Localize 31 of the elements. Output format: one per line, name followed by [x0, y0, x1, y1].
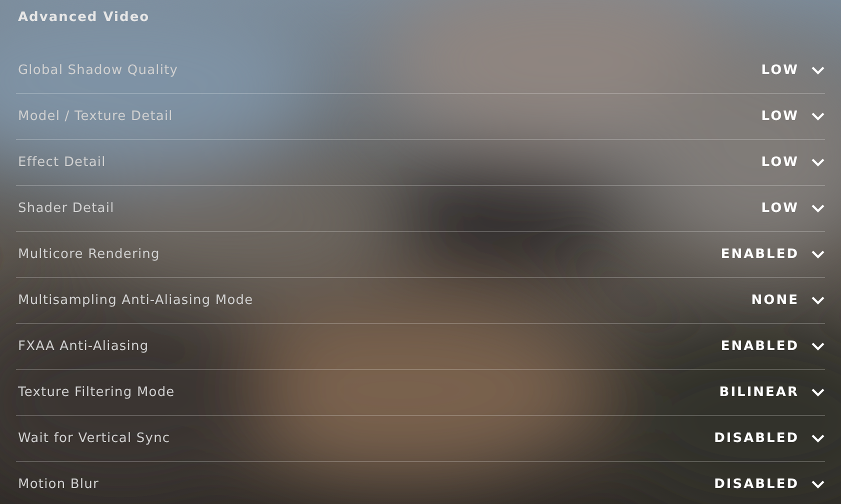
- setting-dropdown[interactable]: LOW: [761, 106, 825, 126]
- setting-dropdown[interactable]: DISABLED: [714, 474, 825, 494]
- chevron-down-icon: [811, 388, 825, 397]
- setting-dropdown[interactable]: LOW: [761, 198, 825, 218]
- chevron-down-icon: [811, 250, 825, 259]
- setting-label: Texture Filtering Mode: [18, 384, 175, 402]
- setting-label: Wait for Vertical Sync: [18, 430, 170, 448]
- setting-dropdown[interactable]: ENABLED: [720, 336, 825, 356]
- setting-label: Shader Detail: [18, 200, 114, 218]
- setting-label: Effect Detail: [18, 154, 106, 172]
- setting-dropdown[interactable]: LOW: [761, 152, 825, 172]
- setting-dropdown[interactable]: BILINEAR: [719, 382, 825, 402]
- setting-dropdown[interactable]: ENABLED: [720, 244, 825, 264]
- chevron-down-icon: [811, 342, 825, 351]
- setting-label: Motion Blur: [18, 476, 99, 494]
- setting-label: FXAA Anti-Aliasing: [18, 338, 149, 356]
- chevron-down-icon: [811, 112, 825, 121]
- setting-dropdown[interactable]: LOW: [761, 60, 825, 80]
- setting-label: Multisampling Anti-Aliasing Mode: [18, 292, 254, 310]
- setting-dropdown[interactable]: DISABLED: [714, 428, 825, 448]
- chevron-down-icon: [811, 204, 825, 213]
- setting-label: Model / Texture Detail: [18, 108, 173, 126]
- chevron-down-icon: [811, 480, 825, 489]
- chevron-down-icon: [811, 296, 825, 305]
- section-title: Advanced Video: [17, 9, 151, 28]
- setting-label: Global Shadow Quality: [18, 62, 178, 80]
- chevron-down-icon: [811, 66, 825, 75]
- chevron-down-icon: [811, 434, 825, 443]
- chevron-down-icon: [811, 158, 825, 167]
- setting-dropdown[interactable]: NONE: [751, 290, 825, 310]
- setting-label: Multicore Rendering: [18, 246, 160, 264]
